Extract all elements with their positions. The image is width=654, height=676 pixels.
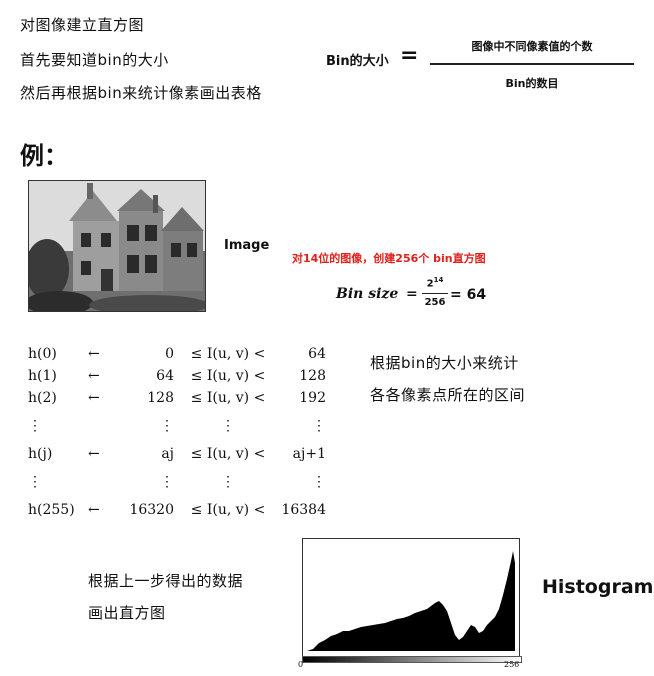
- axis-min-label: 0: [298, 660, 304, 669]
- house-photo-graphic: [29, 181, 205, 311]
- formula-numerator: 图像中不同像素值的个数: [471, 40, 593, 53]
- table-row: ⋮ ⋮ ⋮ ⋮: [28, 418, 338, 438]
- bin-index: h(2): [28, 390, 57, 406]
- axis-max-label: 256: [504, 660, 520, 669]
- histogram-graphic: [307, 551, 515, 651]
- table-note-line-1: 根据bin的大小来统计: [370, 354, 519, 372]
- assign-arrow: ←: [88, 446, 100, 462]
- bin-index: ⋮: [28, 474, 42, 490]
- bin-size-base: 2: [426, 278, 434, 290]
- bin-index: h(1): [28, 368, 57, 384]
- hist-note-line-1: 根据上一步得出的数据: [88, 572, 244, 590]
- hist-note-line-2: 画出直方图: [88, 604, 166, 622]
- table-row: h(255) ← 16320 ≤ I(u, v) < 16384: [28, 502, 338, 522]
- formula-equals: =: [400, 43, 419, 68]
- condition: ≤ I(u, v) <: [190, 390, 266, 406]
- intro-line-1: 对图像建立直方图: [20, 16, 145, 34]
- lower-bound: 16320: [129, 502, 174, 518]
- formula-fraction-bar: [430, 63, 634, 65]
- bin-size-equals: =: [406, 286, 418, 302]
- bin-size-numerator: 214: [422, 276, 448, 289]
- upper-bound: 128: [299, 368, 326, 384]
- bin-size-fraction-bar: [422, 293, 448, 294]
- assign-arrow: ←: [88, 390, 100, 406]
- lower-bound: 64: [156, 368, 174, 384]
- bin-index: h(255): [28, 502, 75, 518]
- bin-size-calc: Bin size = 214 256 = 64: [336, 276, 506, 316]
- bin-index: ⋮: [28, 418, 42, 434]
- condition: ≤ I(u, v) <: [190, 502, 266, 518]
- histogram-plot: [302, 538, 520, 658]
- bin-size-label: Bin size: [336, 286, 399, 302]
- assign-arrow: ←: [88, 346, 100, 362]
- bin-size-denominator: 256: [424, 297, 446, 308]
- intro-line-2: 首先要知道bin的大小: [20, 51, 169, 69]
- lower-bound: 0: [165, 346, 174, 362]
- image-label: Image: [224, 238, 270, 253]
- lower-bound: ⋮: [160, 474, 174, 490]
- table-row: h(0) ← 0 ≤ I(u, v) < 64: [28, 346, 338, 366]
- table-row: h(2) ← 128 ≤ I(u, v) < 192: [28, 390, 338, 410]
- bin-size-exponent: 14: [433, 276, 444, 284]
- sample-photo: [28, 180, 206, 312]
- upper-bound: 64: [308, 346, 326, 362]
- bin-index: h(j): [28, 446, 53, 462]
- condition: ≤ I(u, v) <: [190, 346, 266, 362]
- lower-bound: 128: [147, 390, 174, 406]
- condition: ⋮: [221, 474, 235, 490]
- condition: ≤ I(u, v) <: [190, 368, 266, 384]
- bin-size-result: = 64: [450, 287, 487, 303]
- condition: ≤ I(u, v) <: [190, 446, 266, 462]
- intro-line-3: 然后再根据bin来统计像素画出表格: [20, 84, 262, 102]
- histogram-label: Histogram: [542, 576, 654, 598]
- red-note: 对14位的图像，创建256个 bin直方图: [292, 252, 486, 265]
- upper-bound: 192: [299, 390, 326, 406]
- table-note-line-2: 各各像素点所在的区间: [370, 386, 526, 404]
- lower-bound: aj: [161, 446, 174, 462]
- formula-lhs: Bin的大小: [326, 54, 389, 69]
- lower-bound: ⋮: [160, 418, 174, 434]
- condition: ⋮: [221, 418, 235, 434]
- upper-bound: ⋮: [312, 418, 326, 434]
- bin-size-formula: Bin的大小 = 图像中不同像素值的个数 Bin的数目: [326, 40, 646, 100]
- upper-bound: aj+1: [292, 446, 326, 462]
- example-heading: 例：: [20, 142, 68, 170]
- table-row: h(1) ← 64 ≤ I(u, v) < 128: [28, 368, 338, 388]
- bin-table: h(0) ← 0 ≤ I(u, v) < 64 h(1) ← 64 ≤ I(u, v) < 128…: [28, 346, 338, 526]
- bin-index: h(0): [28, 346, 57, 362]
- table-row: ⋮ ⋮ ⋮ ⋮: [28, 474, 338, 494]
- assign-arrow: ←: [88, 502, 100, 518]
- formula-denominator: Bin的数目: [505, 77, 559, 90]
- upper-bound: 16384: [281, 502, 326, 518]
- assign-arrow: ←: [88, 368, 100, 384]
- upper-bound: ⋮: [312, 474, 326, 490]
- histogram-gradient-bar: [302, 656, 522, 663]
- table-row: h(j) ← aj ≤ I(u, v) < aj+1: [28, 446, 338, 466]
